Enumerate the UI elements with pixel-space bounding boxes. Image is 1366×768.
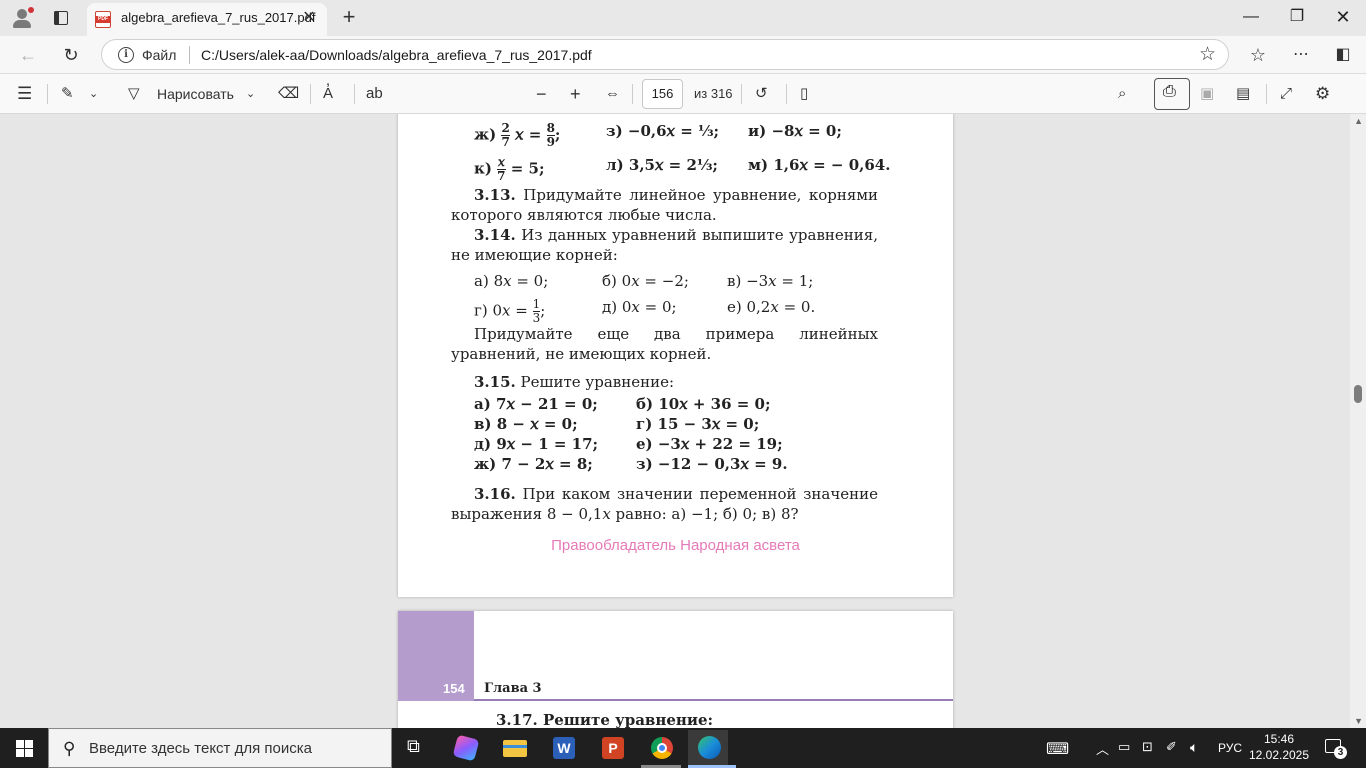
clock[interactable]: 15:46 12.02.2025 <box>1248 731 1310 763</box>
highlight-dropdown-chevron-icon[interactable]: ⌄ <box>89 82 98 106</box>
zoom-out-button[interactable]: − <box>536 82 547 106</box>
chapter-heading: Глава 3 <box>484 681 542 696</box>
network-icon[interactable]: ⊡ <box>1142 739 1153 755</box>
pen-icon[interactable]: ✐ <box>1166 739 1177 755</box>
exercise-3-14-task: Придумайте еще два примера линейных урав… <box>451 325 878 363</box>
profile-icon[interactable] <box>10 7 34 29</box>
show-hidden-icons-chevron-icon[interactable]: ︿ <box>1096 739 1109 758</box>
refresh-button[interactable]: ↻ <box>57 41 85 69</box>
close-window-button[interactable]: ✕ <box>1320 0 1366 34</box>
chrome-icon[interactable] <box>641 732 681 764</box>
draw-dropdown-chevron-icon[interactable]: ⌄ <box>246 82 255 106</box>
settings-gear-icon[interactable]: ⚙ <box>1315 82 1330 106</box>
pdf-file-icon: PDF <box>95 11 111 28</box>
save-as-icon[interactable]: ▤ <box>1236 82 1250 106</box>
draw-button[interactable]: Нарисовать <box>157 82 234 106</box>
watermark: Правообладатель Народная асвета <box>551 537 800 554</box>
url-text[interactable]: C:/Users/alek-aa/Downloads/algebra_arefi… <box>201 47 592 63</box>
sidebar-toggle-icon[interactable]: ◧ <box>1329 41 1357 69</box>
rotate-icon[interactable]: ↺ <box>755 82 768 106</box>
exercise-3-17: 3.17. Решите уравнение: <box>496 711 714 728</box>
app-gem-icon[interactable] <box>445 732 485 764</box>
powerpoint-icon[interactable]: P <box>592 732 632 764</box>
file-explorer-icon[interactable] <box>494 732 534 764</box>
draw-icon[interactable]: ▽ <box>128 82 140 106</box>
favorite-star-icon[interactable]: ☆ <box>1199 43 1216 66</box>
read-aloud-icon[interactable]: A̓ <box>323 82 333 106</box>
exercise-3-13: 3.13. Придумайте линейное уравнение, кор… <box>451 186 878 224</box>
title-bar: PDF algebra_arefieva_7_rus_2017.pdf ✕ + … <box>0 0 1366 36</box>
search-placeholder: Введите здесь текст для поиска <box>89 740 312 757</box>
contents-icon[interactable]: ☰ <box>17 82 32 106</box>
fit-width-icon[interactable]: ⇔ <box>605 82 620 106</box>
pdf-viewer[interactable]: ж) 27 𝑥 = 8 9; з) −0,6𝑥 = ⅓; и) −8𝑥 = 0; … <box>0 114 1366 728</box>
search-icon: ⚲ <box>63 739 76 758</box>
exercise-3-15: 3.15. Решите уравнение: <box>474 373 675 391</box>
taskbar-search-box[interactable]: ⚲ Введите здесь текст для поиска <box>48 728 392 768</box>
file-scheme-label: Файл <box>142 47 177 63</box>
notifications-icon[interactable]: 3 <box>1325 738 1347 759</box>
restore-button[interactable]: ❐ <box>1274 0 1320 34</box>
back-button[interactable]: ← <box>14 41 42 69</box>
tab-actions-icon[interactable] <box>50 7 72 29</box>
tab-pdf[interactable]: PDF algebra_arefieva_7_rus_2017.pdf ✕ <box>87 3 327 36</box>
close-tab-icon[interactable]: ✕ <box>299 8 319 28</box>
tab-title: algebra_arefieva_7_rus_2017.pdf <box>121 10 316 25</box>
pdf-page-154: 154 Глава 3 3.17. Решите уравнение: <box>398 611 953 728</box>
taskbar: ⚲ Введите здесь текст для поиска ⧉ W P ⌨… <box>0 728 1366 768</box>
more-menu-icon[interactable]: ⋯ <box>1287 41 1315 69</box>
save-icon: ▣ <box>1200 85 1215 102</box>
page-view-icon[interactable]: ▯ <box>800 82 808 106</box>
minimize-button[interactable]: — <box>1228 0 1274 34</box>
address-bar[interactable]: i Файл C:/Users/alek-aa/Downloads/algebr… <box>101 39 1229 70</box>
new-tab-button[interactable]: + <box>338 5 360 29</box>
exercise-3-16: 3.16. При каком значении переменной знач… <box>451 485 878 523</box>
zoom-in-button[interactable]: + <box>570 82 581 106</box>
task-view-icon[interactable]: ⧉ <box>396 732 436 764</box>
volume-icon[interactable]: 🔈︎ <box>1190 739 1198 756</box>
pdf-page-153: ж) 27 𝑥 = 8 9; з) −0,6𝑥 = ⅓; и) −8𝑥 = 0; … <box>398 114 953 597</box>
scroll-down-icon[interactable]: ▼ <box>1354 716 1363 726</box>
page-total: из 316 <box>694 86 733 101</box>
edge-icon[interactable] <box>688 730 728 766</box>
fullscreen-icon[interactable]: ⤢ <box>1280 82 1292 106</box>
page-number-input[interactable]: 156 <box>642 79 683 109</box>
exercise-3-14: 3.14. Из данных уравнений выпишите уравн… <box>451 226 878 264</box>
battery-icon[interactable]: ▭ <box>1118 739 1130 755</box>
info-icon[interactable]: i <box>118 47 134 63</box>
navigation-bar: ← ↻ i Файл C:/Users/alek-aa/Downloads/al… <box>0 36 1366 74</box>
pdf-toolbar: ☰ ✎ ⌄ ▽ Нарисовать ⌄ ⌫ A̓ ab − + ⇔ 156 и… <box>0 74 1366 114</box>
notification-count: 3 <box>1334 746 1347 759</box>
start-button[interactable] <box>0 728 48 768</box>
print-button[interactable]: ⎙ <box>1154 78 1190 110</box>
eraser-icon[interactable]: ⌫ <box>278 82 299 106</box>
translate-icon[interactable]: ab <box>366 82 383 106</box>
scroll-thumb[interactable] <box>1354 385 1362 403</box>
print-icon: ⎙ <box>1163 83 1176 100</box>
vertical-scrollbar[interactable]: ▲ ▼ <box>1350 114 1366 728</box>
language-indicator[interactable]: РУС <box>1218 741 1242 755</box>
keyboard-icon[interactable]: ⌨ <box>1046 739 1069 759</box>
page-number: 154 <box>443 681 465 696</box>
word-icon[interactable]: W <box>543 732 583 764</box>
favorites-icon[interactable]: ☆ <box>1244 41 1272 69</box>
search-icon[interactable]: ⌕ <box>1118 82 1126 106</box>
highlight-icon[interactable]: ✎ <box>61 82 74 106</box>
scroll-up-icon[interactable]: ▲ <box>1354 116 1363 126</box>
